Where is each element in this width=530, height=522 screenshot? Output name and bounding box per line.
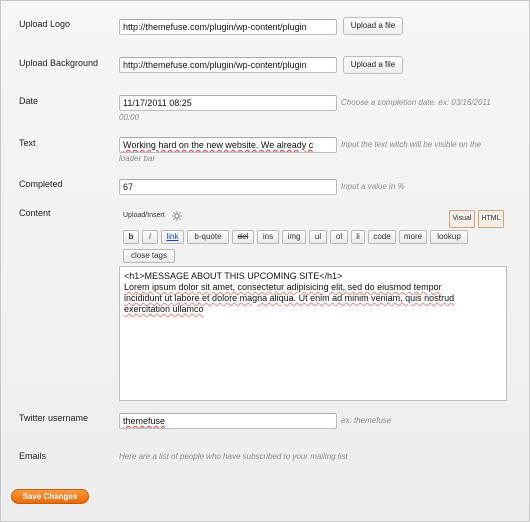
- content-editor[interactable]: <h1>MESSAGE ABOUT THIS UPCOMING SITE</h1…: [119, 266, 507, 401]
- li-button[interactable]: li: [351, 230, 365, 244]
- upload-logo-button[interactable]: Upload a file: [343, 17, 403, 35]
- upload-insert-label: Upload/Insert: [123, 212, 165, 219]
- code-button[interactable]: code: [368, 230, 396, 244]
- date-hint: Choose a completion date. ex: 03/16/2011: [341, 98, 491, 107]
- upload-logo-input[interactable]: http://themefuse.com/plugin/wp-content/p…: [119, 19, 337, 35]
- upload-background-button[interactable]: Upload a file: [343, 56, 403, 74]
- del-button[interactable]: del: [232, 230, 254, 244]
- text-hint: Input the text witch will be visible on …: [341, 140, 482, 149]
- date-input[interactable]: 11/17/2011 08:25: [119, 95, 337, 111]
- twitter-input[interactable]: themefuse: [119, 413, 337, 429]
- editor-line-3: incididunt ut labore et dolore magna ali…: [124, 293, 455, 303]
- html-tab[interactable]: HTML: [478, 210, 504, 228]
- media-sun-icon[interactable]: [172, 211, 182, 221]
- upload-background-label: Upload Background: [19, 58, 99, 68]
- date-hint-continued: 00:00: [119, 113, 140, 122]
- text-hint-continued: loader bar: [119, 154, 156, 163]
- date-label: Date: [19, 96, 39, 106]
- visual-tab[interactable]: Visual: [449, 210, 475, 228]
- completed-label: Completed: [19, 179, 63, 189]
- img-button[interactable]: img: [282, 230, 306, 244]
- upload-logo-label: Upload Logo: [19, 19, 71, 29]
- bquote-button[interactable]: b-quote: [187, 230, 229, 244]
- completed-hint: Input a value in %: [341, 182, 405, 191]
- link-button[interactable]: link: [161, 230, 184, 244]
- save-changes-button[interactable]: Save Changes: [11, 489, 89, 504]
- more-button[interactable]: more: [399, 230, 427, 244]
- settings-panel: Upload Logo http://themefuse.com/plugin/…: [0, 0, 530, 522]
- upload-background-input[interactable]: http://themefuse.com/plugin/wp-content/p…: [119, 57, 337, 73]
- editor-line-4: exercitation ullamco: [124, 304, 204, 314]
- text-input[interactable]: Working hard on the new website. We alre…: [119, 137, 337, 153]
- completed-input[interactable]: 67: [119, 179, 337, 195]
- twitter-label: Twitter username: [19, 413, 89, 423]
- italic-button[interactable]: i: [142, 230, 158, 244]
- content-label: Content: [19, 208, 51, 218]
- editor-line-2: Lorem ipsum dolor sit amet, consectetur …: [124, 282, 442, 292]
- emails-label: Emails: [19, 451, 47, 461]
- text-input-value: Working hard on the new website. We alre…: [123, 140, 314, 150]
- ins-button[interactable]: ins: [257, 230, 279, 244]
- emails-hint: Here are a list of people who have subsc…: [119, 452, 348, 461]
- bold-button[interactable]: b: [123, 230, 139, 244]
- close-tags-button[interactable]: close tags: [123, 249, 175, 263]
- text-label: Text: [19, 138, 36, 148]
- ol-button[interactable]: ol: [330, 230, 348, 244]
- editor-line-1: <h1>MESSAGE ABOUT THIS UPCOMING SITE</h1…: [124, 271, 343, 281]
- twitter-hint: ex. themefuse: [341, 416, 392, 425]
- ul-button[interactable]: ul: [309, 230, 327, 244]
- lookup-button[interactable]: lookup: [430, 230, 468, 244]
- twitter-input-value: themefuse: [123, 416, 166, 426]
